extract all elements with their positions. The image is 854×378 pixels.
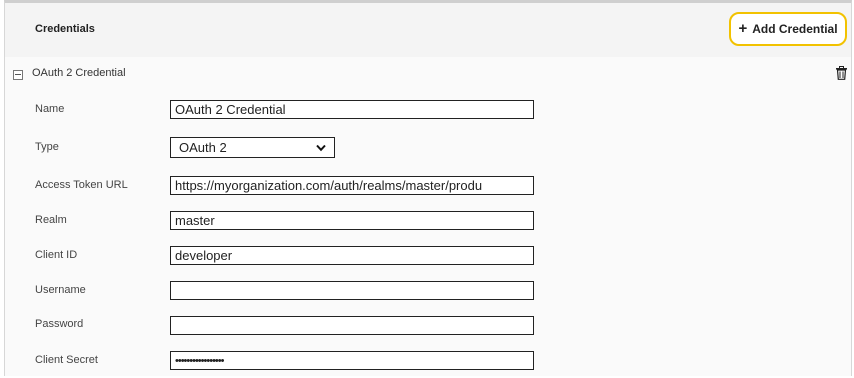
add-credential-button[interactable]: + Add Credential — [729, 12, 847, 46]
chevron-down-icon — [316, 144, 326, 151]
client-id-label: Client ID — [35, 249, 78, 261]
client-secret-label: Client Secret — [35, 354, 98, 366]
credentials-panel: Credentials + Add Credential OAuth 2 Cre… — [4, 0, 852, 376]
credentials-header: Credentials + Add Credential — [5, 3, 851, 57]
type-select-value: OAuth 2 — [179, 140, 227, 155]
username-input[interactable] — [170, 281, 534, 300]
type-select[interactable]: OAuth 2 — [170, 137, 335, 158]
access-token-url-input[interactable] — [170, 176, 534, 195]
realm-input[interactable] — [170, 211, 534, 230]
collapse-minus-icon[interactable] — [13, 70, 23, 80]
type-label: Type — [35, 141, 59, 153]
client-id-input[interactable] — [170, 246, 534, 265]
name-input[interactable] — [170, 100, 534, 119]
credential-section-title: OAuth 2 Credential — [32, 67, 126, 79]
trash-icon[interactable] — [835, 66, 848, 80]
plus-icon: + — [738, 20, 748, 37]
credentials-title: Credentials — [35, 23, 95, 35]
add-credential-label: Add Credential — [752, 22, 838, 36]
password-input[interactable] — [170, 316, 534, 335]
username-label: Username — [35, 284, 86, 296]
access-token-url-label: Access Token URL — [35, 179, 128, 191]
realm-label: Realm — [35, 214, 67, 226]
credential-section: OAuth 2 Credential Name Type OAuth 2 Acc… — [5, 57, 851, 376]
password-label: Password — [35, 318, 84, 330]
name-label: Name — [35, 103, 65, 115]
client-secret-input[interactable] — [170, 351, 534, 370]
